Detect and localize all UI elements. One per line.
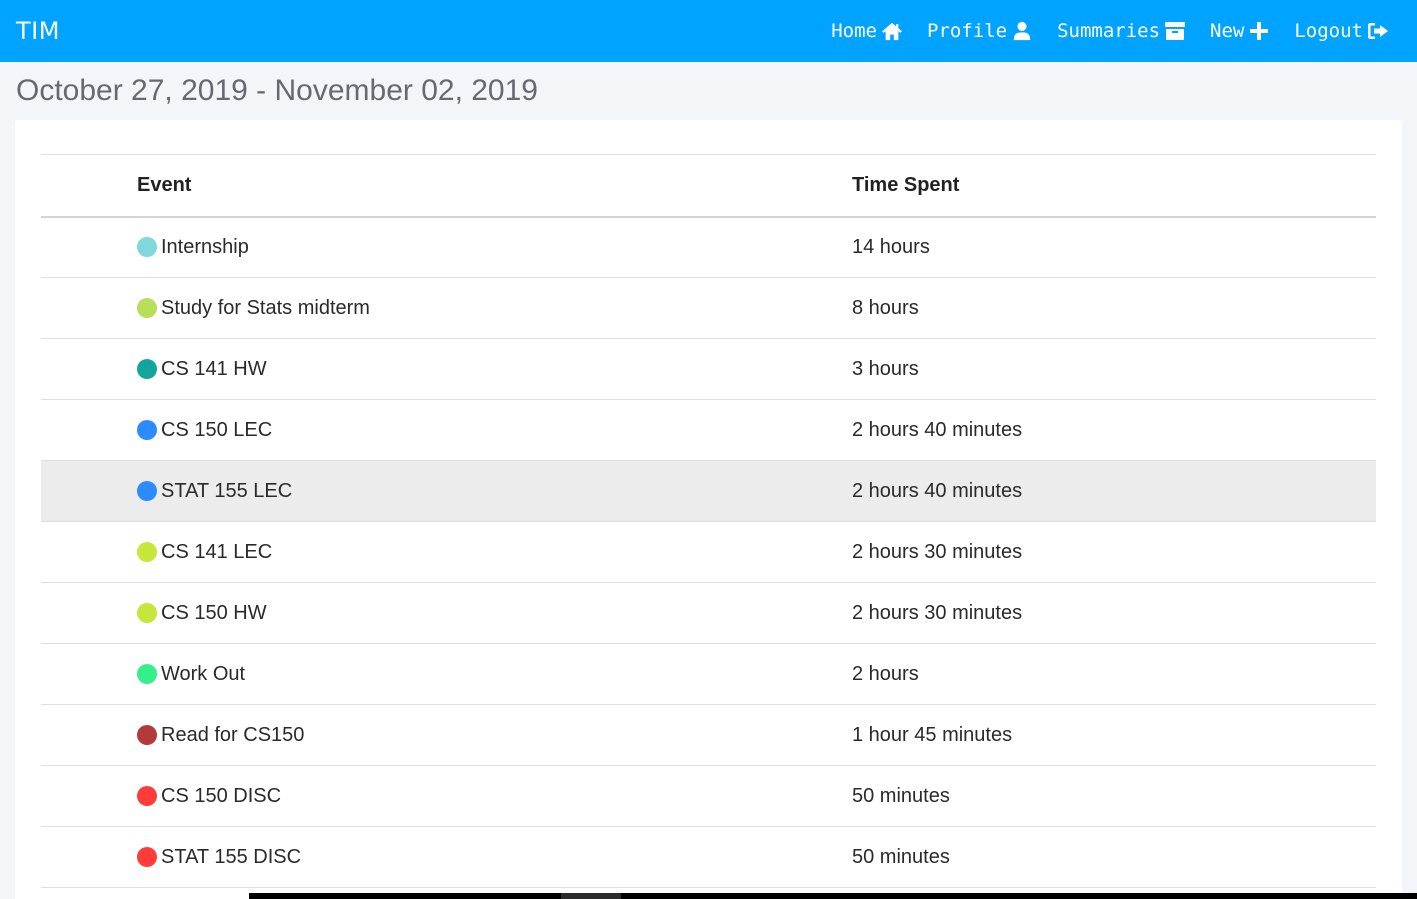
event-color-dot	[137, 664, 157, 684]
table-row[interactable]: STAT 155 LEC 2 hours 40 minutes	[41, 460, 1376, 522]
time-spent-cell: 14 hours	[852, 235, 930, 258]
event-cell: Internship	[41, 217, 852, 278]
event-cell: STAT 155 DISC	[41, 827, 852, 888]
event-cell: STAT 155 LEC	[41, 461, 852, 522]
time-spent-column-header: Time Spent	[852, 173, 960, 196]
nav-logout-label: Logout	[1294, 20, 1363, 42]
table-row[interactable]: CS 141 LEC 2 hours 30 minutes	[41, 522, 1376, 583]
event-color-dot	[137, 847, 157, 867]
event-color-dot	[137, 237, 157, 258]
event-cell-content: CS 150 HW	[137, 602, 852, 625]
event-name: CS 150 HW	[161, 601, 267, 624]
user-icon	[1013, 21, 1031, 41]
scrollbar-thumb[interactable]	[561, 893, 621, 899]
brand-logo[interactable]: TIM	[16, 17, 60, 45]
nav-home-link[interactable]: Home	[831, 20, 903, 42]
time-spent-cell: 1 hour 45 minutes	[852, 723, 1013, 746]
time-spent-cell: 8 hours	[852, 296, 919, 319]
event-cell: Study for Stats midterm	[41, 278, 852, 339]
time-spent-cell: 2 hours 40 minutes	[852, 479, 1023, 502]
time-spent-cell: 50 minutes	[852, 845, 950, 868]
event-cell-content: CS 150 LEC	[137, 419, 852, 442]
event-column-header: Event	[137, 173, 192, 196]
time-spent-cell: 2 hours	[852, 662, 919, 685]
nav-summaries-label: Summaries	[1057, 20, 1161, 42]
event-name: STAT 155 DISC	[161, 845, 302, 868]
event-color-dot	[137, 786, 157, 806]
table-row[interactable]: Internship 14 hours	[41, 217, 1376, 278]
event-cell: Work Out	[41, 644, 852, 705]
event-cell-content: Internship	[137, 236, 852, 259]
event-cell-content: STAT 155 LEC	[137, 480, 852, 503]
event-cell: CS 141 HW	[41, 339, 852, 400]
event-cell-content: CS 141 HW	[137, 358, 852, 381]
nav-menu: Home Profile Summaries New Logout	[807, 0, 1401, 62]
page-title: October 27, 2019 - November 02, 2019	[16, 74, 538, 107]
event-color-dot	[137, 542, 157, 562]
event-cell: CS 150 DISC	[41, 766, 852, 827]
plus-icon	[1250, 22, 1269, 40]
table-row[interactable]: STAT 155 DISC 50 minutes	[41, 827, 1376, 888]
event-color-dot	[137, 725, 157, 745]
event-name: Read for CS150	[161, 723, 305, 746]
time-spent-cell: 3 hours	[852, 357, 919, 380]
event-name: CS 141 HW	[161, 357, 267, 380]
event-name: CS 150 DISC	[161, 784, 282, 807]
table-row[interactable]: CS 150 DISC 50 minutes	[41, 766, 1376, 827]
event-cell: CS 141 LEC	[41, 522, 852, 583]
table-row[interactable]: CS 150 LEC 2 hours 40 minutes	[41, 400, 1376, 461]
event-name: CS 150 LEC	[161, 418, 273, 441]
summary-card: Event Time Spent Internship 14 hours Study…	[15, 120, 1402, 899]
table-row[interactable]: Study for Stats midterm 8 hours	[41, 278, 1376, 339]
event-color-dot	[137, 481, 157, 501]
event-cell-content: STAT 155 DISC	[137, 846, 852, 869]
table-row[interactable]: Work Out 2 hours	[41, 644, 1376, 705]
nav-new-label: New	[1210, 20, 1245, 42]
table-row[interactable]: Read for CS150 1 hour 45 minutes	[41, 705, 1376, 766]
event-cell-content: CS 150 DISC	[137, 785, 852, 808]
event-color-dot	[137, 603, 157, 623]
event-cell: CS 150 HW	[41, 583, 852, 644]
event-name: Work Out	[161, 662, 246, 685]
event-color-dot	[137, 359, 157, 379]
table-header-row: Event Time Spent	[41, 154, 1376, 217]
event-cell-content: Read for CS150	[137, 724, 852, 747]
event-cell-content: Work Out	[137, 663, 852, 686]
event-name: CS 141 LEC	[161, 540, 273, 563]
event-cell: CS 150 LEC	[41, 400, 852, 461]
time-spent-cell: 2 hours 40 minutes	[852, 418, 1023, 441]
nav-new-link[interactable]: New	[1210, 20, 1270, 42]
summary-table: Event Time Spent Internship 14 hours Study…	[41, 154, 1376, 888]
event-cell-content: Study for Stats midterm	[137, 297, 852, 320]
event-name: Internship	[161, 235, 249, 258]
event-cell-content: CS 141 LEC	[137, 541, 852, 564]
nav-profile-label: Profile	[927, 20, 1008, 42]
event-cell: Read for CS150	[41, 705, 852, 766]
horizontal-scrollbar[interactable]	[249, 893, 1417, 899]
time-spent-cell: 50 minutes	[852, 784, 950, 807]
event-name: Study for Stats midterm	[161, 296, 370, 319]
top-navbar: TIM Home Profile Summaries New Logout	[0, 0, 1417, 62]
event-name: STAT 155 LEC	[161, 479, 293, 502]
nav-profile-link[interactable]: Profile	[927, 20, 1033, 42]
sign-out-icon	[1368, 23, 1388, 39]
table-body: Internship 14 hours Study for Stats midter…	[41, 217, 1376, 888]
table-row[interactable]: CS 141 HW 3 hours	[41, 339, 1376, 400]
time-spent-cell: 2 hours 30 minutes	[852, 601, 1023, 624]
nav-summaries-link[interactable]: Summaries	[1057, 20, 1186, 42]
table-row[interactable]: CS 150 HW 2 hours 30 minutes	[41, 583, 1376, 644]
home-icon	[882, 22, 902, 41]
nav-home-label: Home	[831, 20, 877, 42]
event-color-dot	[137, 298, 157, 318]
event-color-dot	[137, 420, 157, 440]
time-spent-cell: 2 hours 30 minutes	[852, 540, 1023, 563]
nav-logout-link[interactable]: Logout	[1294, 20, 1389, 42]
archive-icon	[1165, 22, 1186, 40]
